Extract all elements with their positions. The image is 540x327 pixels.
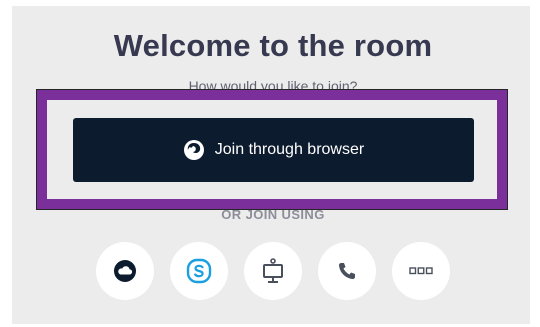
- join-browser-label: Join through browser: [214, 141, 365, 158]
- or-join-using-label: OR JOIN USING: [221, 207, 325, 222]
- more-options[interactable]: [392, 242, 450, 300]
- room-system-option[interactable]: [244, 242, 302, 300]
- phone-icon: [336, 260, 358, 282]
- page-title: Welcome to the room: [113, 28, 433, 63]
- skype-option[interactable]: [170, 242, 228, 300]
- join-options: [96, 242, 450, 300]
- cloud-app-icon: [113, 259, 137, 283]
- cloud-app-option[interactable]: [96, 242, 154, 300]
- more-options-icon: [409, 266, 433, 276]
- firefox-icon: [183, 139, 205, 161]
- room-system-icon: [261, 258, 285, 284]
- join-browser-button[interactable]: Join through browser: [73, 118, 474, 182]
- skype-icon: [186, 258, 212, 284]
- phone-option[interactable]: [318, 242, 376, 300]
- page: Welcome to the room How would you like t…: [0, 0, 540, 327]
